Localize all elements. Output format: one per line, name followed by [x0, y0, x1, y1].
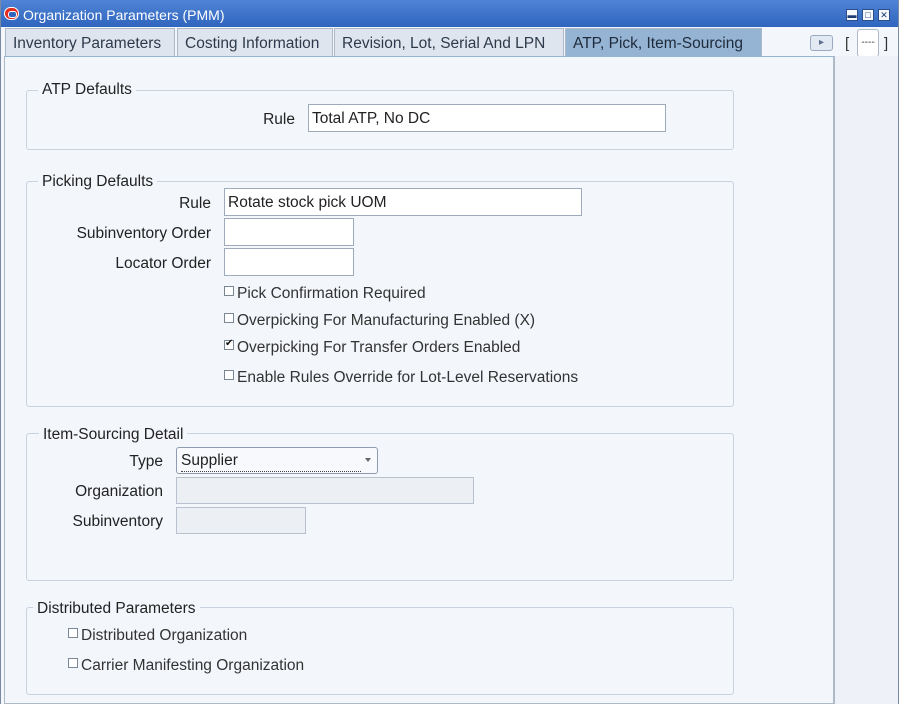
carrier-manifesting-checkbox[interactable]: Carrier Manifesting Organization	[68, 657, 304, 675]
checkbox-label: Distributed Organization	[81, 627, 248, 644]
chevron-right-icon[interactable]: ▸	[810, 35, 833, 51]
checkbox-label: Overpicking For Manufacturing Enabled (X…	[237, 312, 536, 329]
checkbox-box[interactable]	[224, 313, 234, 323]
locator-order-label: Locator Order	[115, 255, 211, 272]
nav-close-bracket: ]	[884, 35, 889, 52]
checkbox-label: Pick Confirmation Required	[237, 285, 426, 302]
tab-label: Costing Information	[185, 35, 320, 52]
oracle-icon	[4, 7, 19, 20]
checkbox-box[interactable]	[224, 370, 234, 380]
maximize-icon[interactable]: □	[862, 9, 874, 21]
item-sourcing-title: Item-Sourcing Detail	[39, 426, 188, 444]
subinventory-order-field[interactable]	[224, 218, 354, 246]
atp-rule-label: Rule	[263, 111, 295, 128]
distributed-parameters-title: Distributed Parameters	[33, 600, 200, 618]
window-frame: Organization Parameters (PMM) ▬ □ ✕ Inve…	[0, 0, 899, 704]
window-title: Organization Parameters (PMM)	[23, 7, 225, 23]
checkbox-label: Overpicking For Transfer Orders Enabled	[237, 339, 521, 356]
tab-label: Inventory Parameters	[13, 35, 162, 52]
checkbox-box[interactable]	[68, 628, 78, 638]
title-bar: Organization Parameters (PMM) ▬ □ ✕	[1, 0, 898, 27]
tab-atp-pick-item-sourcing[interactable]: ATP, Pick, Item-Sourcing	[565, 28, 762, 57]
distributed-organization-checkbox[interactable]: Distributed Organization	[68, 627, 247, 645]
checkbox-checked-icon[interactable]	[224, 338, 234, 350]
sourcing-type-select[interactable]: Supplier	[176, 447, 378, 474]
sourcing-subinventory-field[interactable]	[176, 507, 306, 534]
picking-rule-field[interactable]: Rotate stock pick UOM	[224, 188, 582, 216]
sourcing-organization-field[interactable]	[176, 477, 474, 504]
picking-defaults-title: Picking Defaults	[38, 173, 158, 191]
sourcing-organization-label: Organization	[75, 483, 163, 500]
overpicking-transfer-orders-checkbox[interactable]: Overpicking For Transfer Orders Enabled	[224, 338, 521, 357]
checkbox-label: Carrier Manifesting Organization	[81, 657, 305, 674]
tab-costing-information[interactable]: Costing Information	[177, 28, 333, 56]
right-margin	[834, 56, 898, 704]
nav-open-bracket: [	[845, 35, 850, 52]
distributed-parameters-group	[26, 607, 734, 695]
checkbox-box[interactable]	[68, 658, 78, 668]
checkbox-label: Enable Rules Override for Lot-Level Rese…	[237, 369, 579, 386]
subinventory-order-label: Subinventory Order	[76, 225, 211, 242]
tab-revision-lot-serial-lpn[interactable]: Revision, Lot, Serial And LPN	[334, 28, 564, 56]
record-nav-field[interactable]: ----	[857, 29, 879, 57]
checkbox-box[interactable]	[224, 286, 234, 296]
chevron-down-icon[interactable]	[365, 458, 371, 462]
sourcing-type-value: Supplier	[181, 452, 361, 472]
tab-content-panel: ATP Defaults Rule Total ATP, No DC Picki…	[4, 56, 834, 704]
picking-rule-label: Rule	[179, 195, 211, 212]
tab-inventory-parameters[interactable]: Inventory Parameters	[5, 28, 175, 56]
pick-confirmation-checkbox[interactable]: Pick Confirmation Required	[224, 285, 426, 303]
atp-rule-field[interactable]: Total ATP, No DC	[308, 104, 666, 132]
sourcing-subinventory-label: Subinventory	[72, 513, 163, 530]
sourcing-type-label: Type	[129, 453, 163, 470]
tab-label: ATP, Pick, Item-Sourcing	[573, 35, 743, 52]
close-icon[interactable]: ✕	[878, 9, 890, 21]
tab-label: Revision, Lot, Serial And LPN	[342, 35, 546, 52]
atp-defaults-title: ATP Defaults	[38, 81, 136, 99]
minimize-icon[interactable]: ▬	[846, 9, 858, 21]
overpicking-manufacturing-checkbox[interactable]: Overpicking For Manufacturing Enabled (X…	[224, 312, 535, 330]
rules-override-checkbox[interactable]: Enable Rules Override for Lot-Level Rese…	[224, 369, 578, 387]
locator-order-field[interactable]	[224, 248, 354, 276]
